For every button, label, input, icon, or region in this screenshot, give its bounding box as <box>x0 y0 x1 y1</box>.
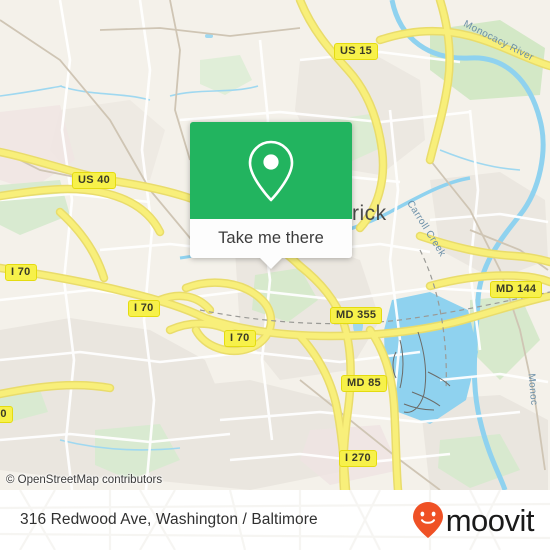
map-screen: US 15 US 40 I 70 I 70 I 70 MD 355 MD 144 MD 85 I… <box>0 0 550 550</box>
road-shield: I 70 <box>5 264 37 281</box>
road-shield: MD 85 <box>341 375 387 392</box>
moovit-logo[interactable]: moovit <box>411 501 535 539</box>
take-me-there-button[interactable]: Take me there <box>218 229 324 248</box>
callout-action-area[interactable]: Take me there <box>190 219 352 269</box>
road-shield: US 40 <box>72 172 117 189</box>
moovit-smiley-pin-icon <box>412 502 443 538</box>
footer-bar: 316 Redwood Ave, Washington / Baltimore … <box>0 490 550 550</box>
road-shield: MD 144 <box>490 281 543 298</box>
callout-pin-area <box>190 122 352 219</box>
map-pin-icon <box>248 140 294 201</box>
city-label: rick <box>352 202 387 225</box>
moovit-wordmark: moovit <box>445 502 535 538</box>
road-shield: 80 <box>0 406 13 423</box>
address-label: 316 Redwood Ave, Washington / Baltimore <box>20 511 318 528</box>
callout-pointer <box>260 258 282 269</box>
road-shield: I 270 <box>339 450 377 467</box>
osm-attribution[interactable]: © OpenStreetMap contributors <box>6 474 162 486</box>
map-canvas[interactable]: US 15 US 40 I 70 I 70 I 70 MD 355 MD 144 MD 85 I… <box>0 0 550 490</box>
road-shield: I 70 <box>224 330 256 347</box>
road-shield: I 70 <box>128 300 160 317</box>
location-callout-card[interactable]: Take me there <box>190 122 352 269</box>
road-shield: US 15 <box>334 43 379 60</box>
road-shield: MD 355 <box>330 307 383 324</box>
